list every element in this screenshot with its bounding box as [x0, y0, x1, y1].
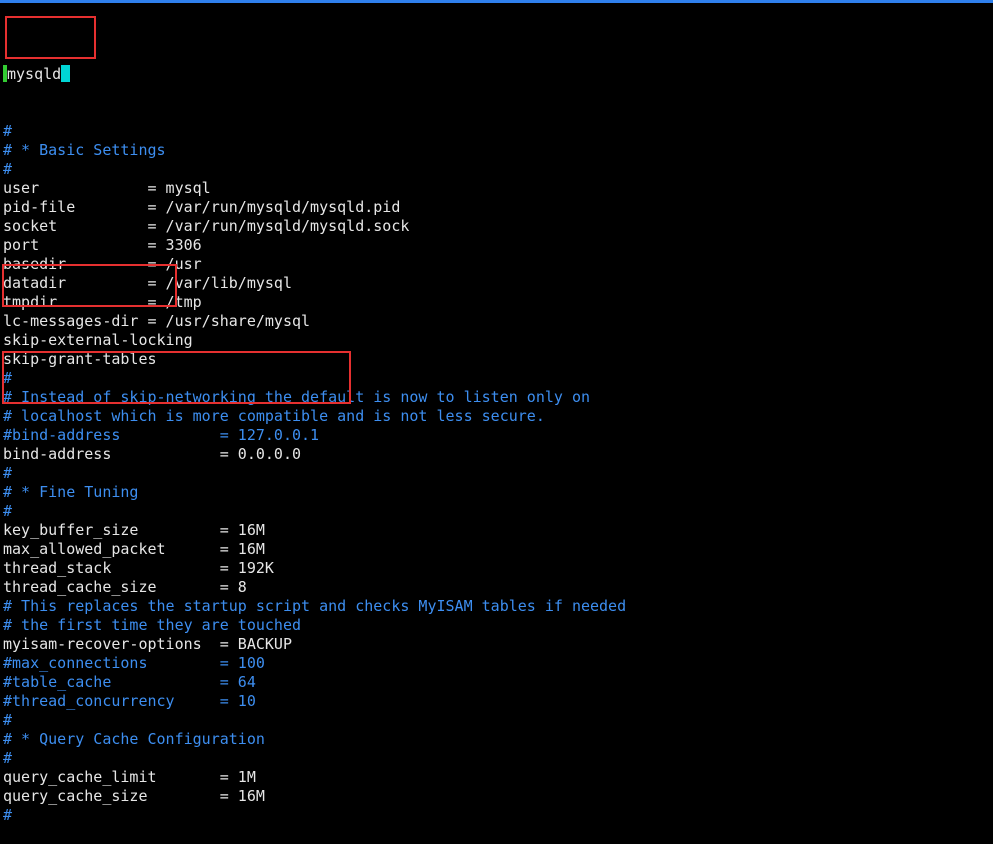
comment-line: # — [3, 160, 13, 178]
comment-line: # * Query Cache Configuration — [3, 730, 265, 748]
comment-line: #bind-address = 127.0.0.1 — [3, 426, 320, 444]
highlight-box-skip-grant-tables — [2, 264, 177, 307]
config-line: bind-address = 0.0.0.0 — [3, 445, 302, 463]
config-line: thread_stack = 192K — [3, 559, 274, 577]
comment-line: # — [3, 122, 13, 140]
comment-line: # — [3, 502, 13, 520]
config-line: socket = /var/run/mysqld/mysqld.sock — [3, 217, 410, 235]
config-line: key_buffer_size = 16M — [3, 521, 265, 539]
highlight-box-bind-address — [2, 351, 351, 404]
config-line: query_cache_limit = 1M — [3, 768, 256, 786]
config-line: query_cache_size = 16M — [3, 787, 265, 805]
config-lines: # # * Basic Settings # user = mysql pid-file… — [3, 122, 988, 825]
comment-line: # the first time they are touched — [3, 616, 302, 634]
config-line: user = mysql — [3, 179, 211, 197]
section-header-text: mysqld — [7, 65, 62, 83]
config-line: lc-messages-dir = /usr/share/mysql — [3, 312, 311, 330]
comment-line: #table_cache = 64 — [3, 673, 256, 691]
comment-line: # * Basic Settings — [3, 141, 166, 159]
terminal-editor[interactable]: mysqld # # * Basic Settings # user = mysql p… — [3, 27, 988, 844]
comment-line: # — [3, 711, 13, 729]
window-top-bar — [0, 0, 993, 3]
config-line: max_allowed_packet = 16M — [3, 540, 265, 558]
comment-line: # This replaces the startup script and c… — [3, 597, 627, 615]
config-line: pid-file = /var/run/mysqld/mysqld.pid — [3, 198, 401, 216]
section-header-line: mysqld — [3, 65, 988, 84]
comment-line: # localhost which is more compatible and… — [3, 407, 545, 425]
comment-line: # — [3, 806, 13, 824]
cursor-block-end — [61, 65, 71, 82]
comment-line: # — [3, 749, 13, 767]
highlight-box-section-header — [5, 16, 96, 59]
comment-line: # * Fine Tuning — [3, 483, 139, 501]
comment-line: #max_connections = 100 — [3, 654, 265, 672]
config-line: skip-external-locking — [3, 331, 193, 349]
config-line: port = 3306 — [3, 236, 202, 254]
comment-line: # — [3, 464, 13, 482]
config-line: myisam-recover-options = BACKUP — [3, 635, 292, 653]
config-line: thread_cache_size = 8 — [3, 578, 247, 596]
comment-line: #thread_concurrency = 10 — [3, 692, 256, 710]
